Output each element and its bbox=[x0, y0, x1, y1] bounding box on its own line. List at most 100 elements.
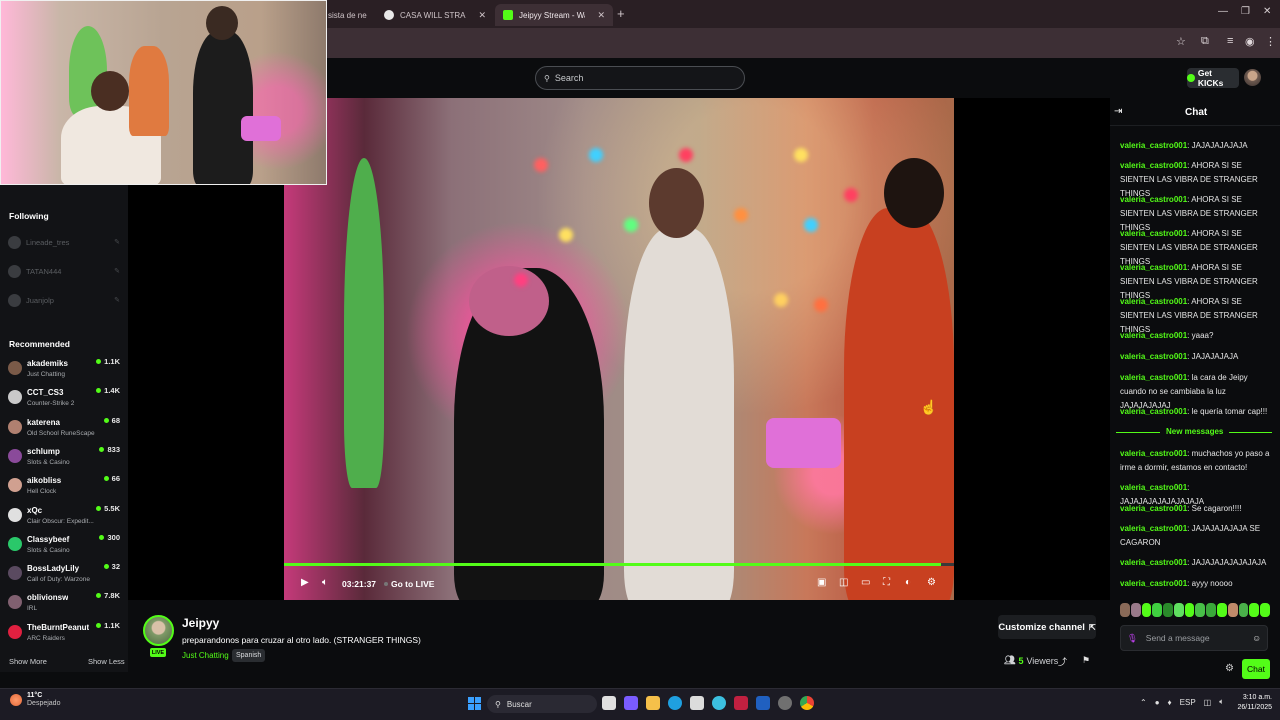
volume-icon[interactable]: 🔈︎ bbox=[1219, 697, 1224, 707]
chat-username[interactable]: valeria_castro001 bbox=[1120, 263, 1187, 272]
chat-username[interactable]: valeria_castro001 bbox=[1120, 483, 1187, 492]
streamer-avatar[interactable] bbox=[143, 615, 174, 646]
emote-icon[interactable] bbox=[1217, 603, 1227, 617]
restore-icon[interactable]: ❐ bbox=[1241, 6, 1250, 17]
close-tab-icon[interactable]: ✕ bbox=[597, 10, 605, 21]
close-tab-icon[interactable]: ✕ bbox=[478, 10, 486, 21]
following-item[interactable]: Lineade_tres ✎ bbox=[8, 234, 120, 250]
new-messages-label[interactable]: New messages bbox=[1160, 427, 1230, 436]
emote-icon[interactable] bbox=[1130, 603, 1141, 617]
recommended-item[interactable]: xQc Clair Obscur: Expedit... 5.5K bbox=[8, 502, 120, 528]
recommended-item[interactable]: schlump Slots & Casino 833 bbox=[8, 443, 120, 469]
go-to-live-button[interactable]: Go to LIVE bbox=[384, 579, 434, 589]
more-options-icon[interactable]: ⚑ bbox=[1082, 655, 1090, 666]
extensions-icon[interactable]: ⧉ bbox=[1201, 35, 1209, 48]
chat-username[interactable]: valeria_castro001 bbox=[1120, 331, 1187, 340]
following-item[interactable]: Juanjolp ✎ bbox=[8, 292, 120, 308]
task-view-icon[interactable] bbox=[602, 696, 616, 710]
app-icon[interactable] bbox=[734, 696, 748, 710]
media-control-icon[interactable]: ≡ bbox=[1227, 35, 1233, 47]
weather-widget[interactable]: 11°C Despejado bbox=[10, 692, 60, 707]
close-icon[interactable]: ✕ bbox=[1263, 6, 1271, 17]
profile-icon[interactable]: ◉ bbox=[1245, 35, 1255, 48]
emote-icon[interactable] bbox=[1184, 603, 1195, 617]
emote-icon[interactable] bbox=[1173, 603, 1184, 617]
fullscreen-icon[interactable]: ⛶ bbox=[883, 577, 890, 588]
outlook-icon[interactable] bbox=[756, 696, 770, 710]
emote-icon[interactable] bbox=[1163, 603, 1173, 617]
theater-mode-icon[interactable]: ▭ bbox=[861, 577, 870, 588]
new-tab-icon[interactable]: + bbox=[617, 6, 625, 21]
chat-username[interactable]: valeria_castro001 bbox=[1120, 504, 1187, 513]
emote-icon[interactable] bbox=[1249, 603, 1260, 617]
tray-app-icon[interactable]: ♦ bbox=[1168, 698, 1172, 707]
stats-icon[interactable]: ◐ bbox=[905, 577, 911, 588]
chat-username[interactable]: valeria_castro001 bbox=[1120, 161, 1187, 170]
recommended-item[interactable]: akademiks Just Chatting 1.1K bbox=[8, 355, 120, 381]
play-icon[interactable]: ▶ bbox=[301, 577, 309, 588]
emoji-icon[interactable]: ☺ bbox=[1252, 633, 1261, 643]
file-explorer-icon[interactable] bbox=[646, 696, 660, 710]
chat-send-button[interactable]: Chat bbox=[1242, 659, 1270, 679]
chat-username[interactable]: valeria_castro001 bbox=[1120, 579, 1187, 588]
clock[interactable]: 3:10 a.m. 26/11/2025 bbox=[1236, 693, 1272, 713]
emote-icon[interactable] bbox=[1227, 603, 1238, 617]
browser-tab-3[interactable]: Jeipyy Stream - Watch Live on K ✕ bbox=[495, 4, 613, 26]
pip-camera-overlay[interactable] bbox=[0, 0, 327, 185]
bookmark-star-icon[interactable]: ☆ bbox=[1176, 35, 1186, 48]
chat-input[interactable]: 🎙︎ Send a message ☺ bbox=[1120, 625, 1268, 651]
chat-username[interactable]: valeria_castro001 bbox=[1120, 229, 1187, 238]
chat-username[interactable]: valeria_castro001 bbox=[1120, 297, 1187, 306]
tray-chevron-icon[interactable]: ⌃ bbox=[1140, 698, 1147, 707]
clip-icon[interactable]: ▣ bbox=[817, 577, 826, 588]
copilot-icon[interactable] bbox=[624, 696, 638, 710]
tray-app-icon[interactable]: ● bbox=[1155, 698, 1160, 707]
language-tag[interactable]: Spanish bbox=[232, 649, 266, 662]
emote-icon[interactable] bbox=[1206, 603, 1217, 617]
chat-username[interactable]: valeria_castro001 bbox=[1120, 373, 1187, 382]
emote-icon[interactable] bbox=[1238, 603, 1249, 617]
collapse-chat-icon[interactable]: ⇥ bbox=[1114, 106, 1122, 117]
emote-icon[interactable] bbox=[1141, 603, 1152, 617]
emote-icon[interactable] bbox=[1195, 603, 1206, 617]
video-player[interactable] bbox=[284, 98, 954, 600]
recommended-item[interactable]: CCT_CS3 Counter-Strike 2 1.4K bbox=[8, 384, 120, 410]
stream-category-link[interactable]: Just Chatting bbox=[182, 651, 229, 660]
chat-settings-gear-icon[interactable]: ⚙ bbox=[1225, 663, 1234, 674]
chat-username[interactable]: valeria_castro001 bbox=[1120, 449, 1187, 458]
get-kicks-button[interactable]: Get KICKs bbox=[1187, 68, 1239, 88]
store-icon[interactable] bbox=[690, 696, 704, 710]
show-less-button[interactable]: Show Less bbox=[88, 657, 125, 666]
user-avatar[interactable] bbox=[1244, 69, 1261, 86]
chat-username[interactable]: valeria_castro001 bbox=[1120, 407, 1187, 416]
chat-username[interactable]: valeria_castro001 bbox=[1120, 352, 1187, 361]
streamer-name[interactable]: Jeipyy bbox=[182, 616, 219, 630]
minimize-icon[interactable]: — bbox=[1218, 6, 1228, 17]
recommended-item[interactable]: oblivionsw IRL 7.8K bbox=[8, 589, 120, 615]
app-icon[interactable] bbox=[778, 696, 792, 710]
taskbar-search[interactable]: ⚲ Buscar bbox=[487, 695, 597, 713]
browser-tab-1[interactable]: sista de ne ✕ bbox=[320, 4, 372, 26]
recommended-item[interactable]: Classybeef Slots & Casino 300 bbox=[8, 531, 120, 557]
recommended-item[interactable]: aikobliss Hell Clock 66 bbox=[8, 472, 120, 498]
chat-username[interactable]: valeria_castro001 bbox=[1120, 195, 1187, 204]
chat-username[interactable]: valeria_castro001 bbox=[1120, 524, 1187, 533]
show-more-button[interactable]: Show More bbox=[9, 657, 47, 666]
app-icon[interactable] bbox=[712, 696, 726, 710]
pip-icon[interactable]: ◫ bbox=[839, 577, 848, 588]
emote-icon[interactable] bbox=[1260, 603, 1270, 617]
recommended-item[interactable]: TheBurntPeanut ARC Raiders 1.1K bbox=[8, 619, 120, 645]
chrome-icon[interactable] bbox=[800, 696, 814, 710]
chat-username[interactable]: valeria_castro001 bbox=[1120, 141, 1187, 150]
recommended-item[interactable]: BossLadyLily Call of Duty: Warzone 32 bbox=[8, 560, 120, 586]
emote-icon[interactable] bbox=[1152, 603, 1163, 617]
settings-gear-icon[interactable]: ⚙ bbox=[927, 577, 936, 588]
share-icon[interactable]: ⤴ bbox=[1058, 655, 1067, 668]
mic-icon[interactable]: 🎙︎ bbox=[1127, 633, 1138, 644]
following-item[interactable]: TATAN444 ✎ bbox=[8, 263, 120, 279]
browser-tab-2[interactable]: CASA WILL STRANGER) - Busca ✕ bbox=[376, 4, 494, 26]
edge-icon[interactable] bbox=[668, 696, 682, 710]
customize-channel-button[interactable]: Customize channel ⇱ bbox=[998, 615, 1096, 639]
search-input[interactable]: ⚲ Search bbox=[535, 66, 745, 90]
emote-icon[interactable] bbox=[1120, 603, 1130, 617]
